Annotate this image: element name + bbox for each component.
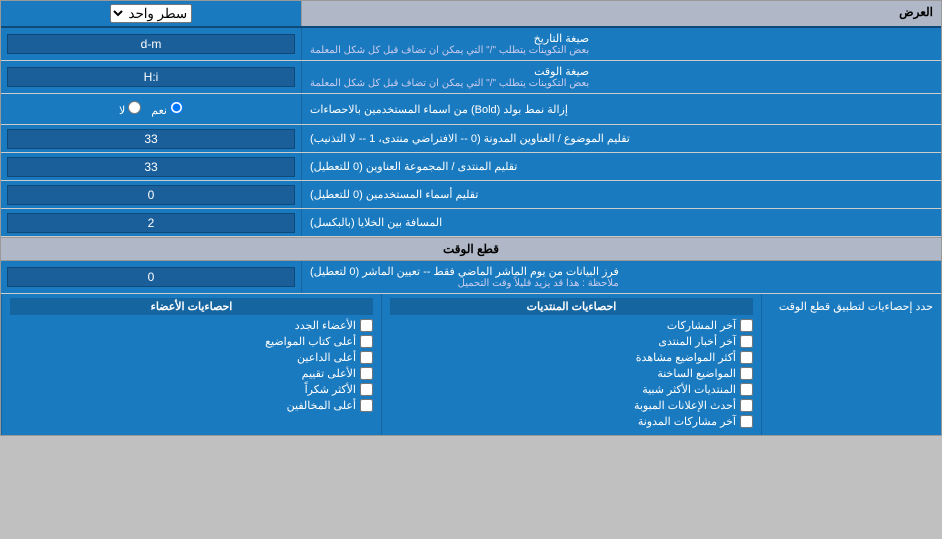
cell-spacing-row: المسافة بين الخلايا (بالبكسل) bbox=[1, 209, 941, 237]
stat-item-4: المنتديات الأكثر شبية bbox=[390, 383, 753, 396]
title-headings-input-area bbox=[1, 125, 301, 152]
stat-top-writers: أعلى كتاب المواضيع bbox=[10, 335, 373, 348]
time-cut-input-area bbox=[1, 261, 301, 293]
stat-hot-topics-label: المواضيع الساخنة bbox=[657, 367, 736, 380]
usernames-row: تقليم أسماء المستخدمين (0 للتعطيل) bbox=[1, 181, 941, 209]
title-headings-input[interactable] bbox=[7, 129, 295, 149]
top-header-row: العرض سطر واحدسطرينثلاثة أسطر bbox=[1, 1, 941, 28]
stat-top-rated: الأعلى تقييم bbox=[10, 367, 373, 380]
date-format-input[interactable] bbox=[7, 34, 295, 54]
stat-item-1: آخر أخبار المنتدى bbox=[390, 335, 753, 348]
stat-blog-posts-cb[interactable] bbox=[740, 415, 753, 428]
bold-remove-row: إزالة نمط بولد (Bold) من اسماء المستخدمي… bbox=[1, 94, 941, 125]
members-stats-title: احصاءيات الأعضاء bbox=[10, 298, 373, 315]
bold-remove-radio-area: نعم لا bbox=[1, 94, 301, 124]
stat-top-rated-label: الأعلى تقييم bbox=[302, 367, 356, 380]
stat-posts-latest-label: آخر المشاركات bbox=[667, 319, 736, 332]
stat-hot-topics-cb[interactable] bbox=[740, 367, 753, 380]
forum-headings-label: تقليم المنتدى / المجموعة العناوين (0 للت… bbox=[301, 153, 941, 180]
display-input-area: سطر واحدسطرينثلاثة أسطر bbox=[1, 1, 301, 26]
members-stats-group: احصاءيات الأعضاء الأعضاء الجدد أعلى كتاب… bbox=[1, 294, 381, 435]
stat-classifieds-cb[interactable] bbox=[740, 399, 753, 412]
forum-headings-input-area bbox=[1, 153, 301, 180]
stat-top-violators-label: أعلى المخالفين bbox=[287, 399, 356, 412]
forum-headings-input[interactable] bbox=[7, 157, 295, 177]
bold-yes-radio[interactable] bbox=[170, 101, 183, 114]
display-label: العرض bbox=[301, 1, 941, 26]
date-format-label: صيغة التاريخ بعض التكوينات يتطلب "/" الت… bbox=[301, 28, 941, 60]
usernames-label: تقليم أسماء المستخدمين (0 للتعطيل) bbox=[301, 181, 941, 208]
time-format-row: صيغة الوقت بعض التكوينات يتطلب "/" التي … bbox=[1, 61, 941, 94]
stat-top-inviters-cb[interactable] bbox=[360, 351, 373, 364]
bold-remove-label: إزالة نمط بولد (Bold) من اسماء المستخدمي… bbox=[301, 94, 941, 124]
time-format-label: صيغة الوقت بعض التكوينات يتطلب "/" التي … bbox=[301, 61, 941, 93]
posts-stats-group: احصاءيات المنتديات آخر المشاركات آخر أخب… bbox=[381, 294, 761, 435]
stat-top-inviters: أعلى الداعين bbox=[10, 351, 373, 364]
stat-most-thanked-cb[interactable] bbox=[360, 383, 373, 396]
stat-forum-news-label: آخر أخبار المنتدى bbox=[658, 335, 736, 348]
usernames-input[interactable] bbox=[7, 185, 295, 205]
title-headings-row: تقليم الموضوع / العناوين المدونة (0 -- ا… bbox=[1, 125, 941, 153]
time-cut-label: فرز البيانات من يوم الماشر الماضي فقط --… bbox=[301, 261, 941, 293]
bold-yes-label: نعم bbox=[151, 101, 183, 117]
time-cut-input[interactable] bbox=[7, 267, 295, 287]
stat-top-violators-cb[interactable] bbox=[360, 399, 373, 412]
cell-spacing-label: المسافة بين الخلايا (بالبكسل) bbox=[301, 209, 941, 236]
stat-top-writers-cb[interactable] bbox=[360, 335, 373, 348]
stat-most-thanked: الأكثر شكراً bbox=[10, 383, 373, 396]
stat-top-inviters-label: أعلى الداعين bbox=[297, 351, 356, 364]
stat-most-viewed-label: أكثر المواضيع مشاهدة bbox=[636, 351, 736, 364]
stat-posts-latest-cb[interactable] bbox=[740, 319, 753, 332]
stat-new-members: الأعضاء الجدد bbox=[10, 319, 373, 332]
stat-most-thanked-label: الأكثر شكراً bbox=[305, 383, 356, 396]
time-format-input-area bbox=[1, 61, 301, 93]
main-container: العرض سطر واحدسطرينثلاثة أسطر صيغة التار… bbox=[0, 0, 942, 436]
stat-most-forums-label: المنتديات الأكثر شبية bbox=[642, 383, 736, 396]
stat-forum-news-cb[interactable] bbox=[740, 335, 753, 348]
stat-item-3: المواضيع الساخنة bbox=[390, 367, 753, 380]
stat-item-6: آخر مشاركات المدونة bbox=[390, 415, 753, 428]
bottom-stats-area: حدد إحصاءيات لتطبيق قطع الوقت احصاءيات ا… bbox=[1, 294, 941, 435]
usernames-input-area bbox=[1, 181, 301, 208]
display-select[interactable]: سطر واحدسطرينثلاثة أسطر bbox=[110, 4, 192, 23]
stat-blog-posts-label: آخر مشاركات المدونة bbox=[638, 415, 736, 428]
stat-most-viewed-cb[interactable] bbox=[740, 351, 753, 364]
stat-top-writers-label: أعلى كتاب المواضيع bbox=[265, 335, 356, 348]
stat-most-forums-cb[interactable] bbox=[740, 383, 753, 396]
stat-item-2: أكثر المواضيع مشاهدة bbox=[390, 351, 753, 364]
forum-headings-row: تقليم المنتدى / المجموعة العناوين (0 للت… bbox=[1, 153, 941, 181]
time-cut-header: قطع الوقت bbox=[1, 237, 941, 261]
stat-top-violators: أعلى المخالفين bbox=[10, 399, 373, 412]
apply-time-cut-label: حدد إحصاءيات لتطبيق قطع الوقت bbox=[761, 294, 941, 435]
stat-new-members-cb[interactable] bbox=[360, 319, 373, 332]
time-cut-row: فرز البيانات من يوم الماشر الماضي فقط --… bbox=[1, 261, 941, 294]
stat-item-5: أحدث الإعلانات المبوبة bbox=[390, 399, 753, 412]
stat-classifieds-label: أحدث الإعلانات المبوبة bbox=[634, 399, 736, 412]
stat-top-rated-cb[interactable] bbox=[360, 367, 373, 380]
bold-no-label: لا bbox=[119, 101, 141, 117]
bold-no-radio[interactable] bbox=[128, 101, 141, 114]
date-format-row: صيغة التاريخ بعض التكوينات يتطلب "/" الت… bbox=[1, 28, 941, 61]
stat-item-0: آخر المشاركات bbox=[390, 319, 753, 332]
date-format-input-area bbox=[1, 28, 301, 60]
time-format-input[interactable] bbox=[7, 67, 295, 87]
posts-stats-title: احصاءيات المنتديات bbox=[390, 298, 753, 315]
cell-spacing-input[interactable] bbox=[7, 213, 295, 233]
stat-new-members-label: الأعضاء الجدد bbox=[295, 319, 356, 332]
cell-spacing-input-area bbox=[1, 209, 301, 236]
title-headings-label: تقليم الموضوع / العناوين المدونة (0 -- ا… bbox=[301, 125, 941, 152]
